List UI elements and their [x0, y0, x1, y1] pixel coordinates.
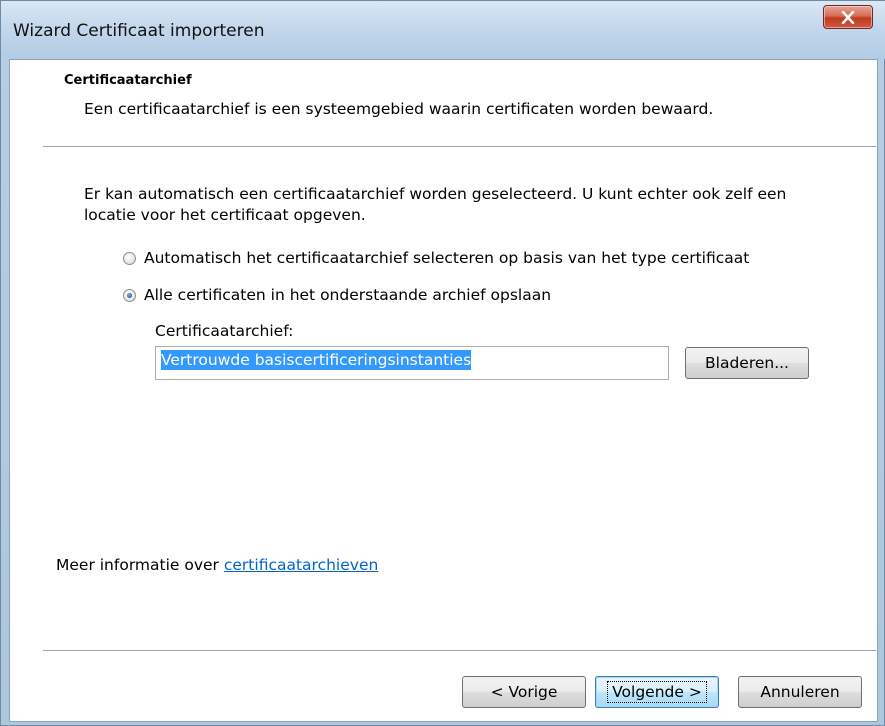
- certificate-store-field[interactable]: Vertrouwde basiscertificeringsinstanties: [155, 346, 669, 380]
- browse-button[interactable]: Bladeren...: [685, 347, 809, 379]
- header-divider: [43, 146, 876, 148]
- cancel-button-label: Annuleren: [760, 683, 840, 701]
- back-button-label: < Vorige: [490, 683, 558, 701]
- radio-manual-store-button[interactable]: [123, 288, 136, 302]
- cancel-button[interactable]: Annuleren: [738, 676, 862, 708]
- more-info: Meer informatie over certificaatarchieve…: [56, 556, 378, 574]
- window-title: Wizard Certificaat importeren: [13, 21, 265, 41]
- page-header: Certificaatarchief Een certificaatarchie…: [10, 60, 877, 146]
- more-info-text: Meer informatie over: [56, 556, 219, 574]
- close-button[interactable]: [823, 5, 873, 29]
- radio-manual-store[interactable]: Alle certificaten in het onderstaande ar…: [123, 286, 551, 304]
- footer-divider: [43, 650, 876, 652]
- browse-button-label: Bladeren...: [705, 354, 789, 372]
- store-field-label: Certificaatarchief:: [155, 322, 294, 340]
- back-button[interactable]: < Vorige: [462, 676, 586, 708]
- next-button[interactable]: Volgende >: [595, 676, 719, 708]
- certificate-store-value: Vertrouwde basiscertificeringsinstanties: [161, 350, 472, 370]
- wizard-page: Certificaatarchief Een certificaatarchie…: [9, 59, 878, 722]
- radio-automatic-label: Automatisch het certificaatarchief selec…: [144, 249, 750, 267]
- wizard-window: Wizard Certificaat importeren Certificaa…: [0, 0, 885, 726]
- page-subtitle: Een certificaatarchief is een systeemgeb…: [84, 100, 714, 118]
- title-bar[interactable]: Wizard Certificaat importeren: [1, 1, 885, 59]
- description-text: Er kan automatisch een certificaatarchie…: [84, 185, 787, 224]
- certificate-stores-link[interactable]: certificaatarchieven: [224, 556, 378, 574]
- page-title: Certificaatarchief: [64, 73, 192, 88]
- radio-manual-store-label: Alle certificaten in het onderstaande ar…: [144, 286, 552, 304]
- next-button-label: Volgende >: [607, 681, 707, 703]
- close-icon: [841, 10, 855, 24]
- radio-automatic[interactable]: Automatisch het certificaatarchief selec…: [123, 249, 749, 267]
- radio-automatic-button[interactable]: [123, 251, 136, 265]
